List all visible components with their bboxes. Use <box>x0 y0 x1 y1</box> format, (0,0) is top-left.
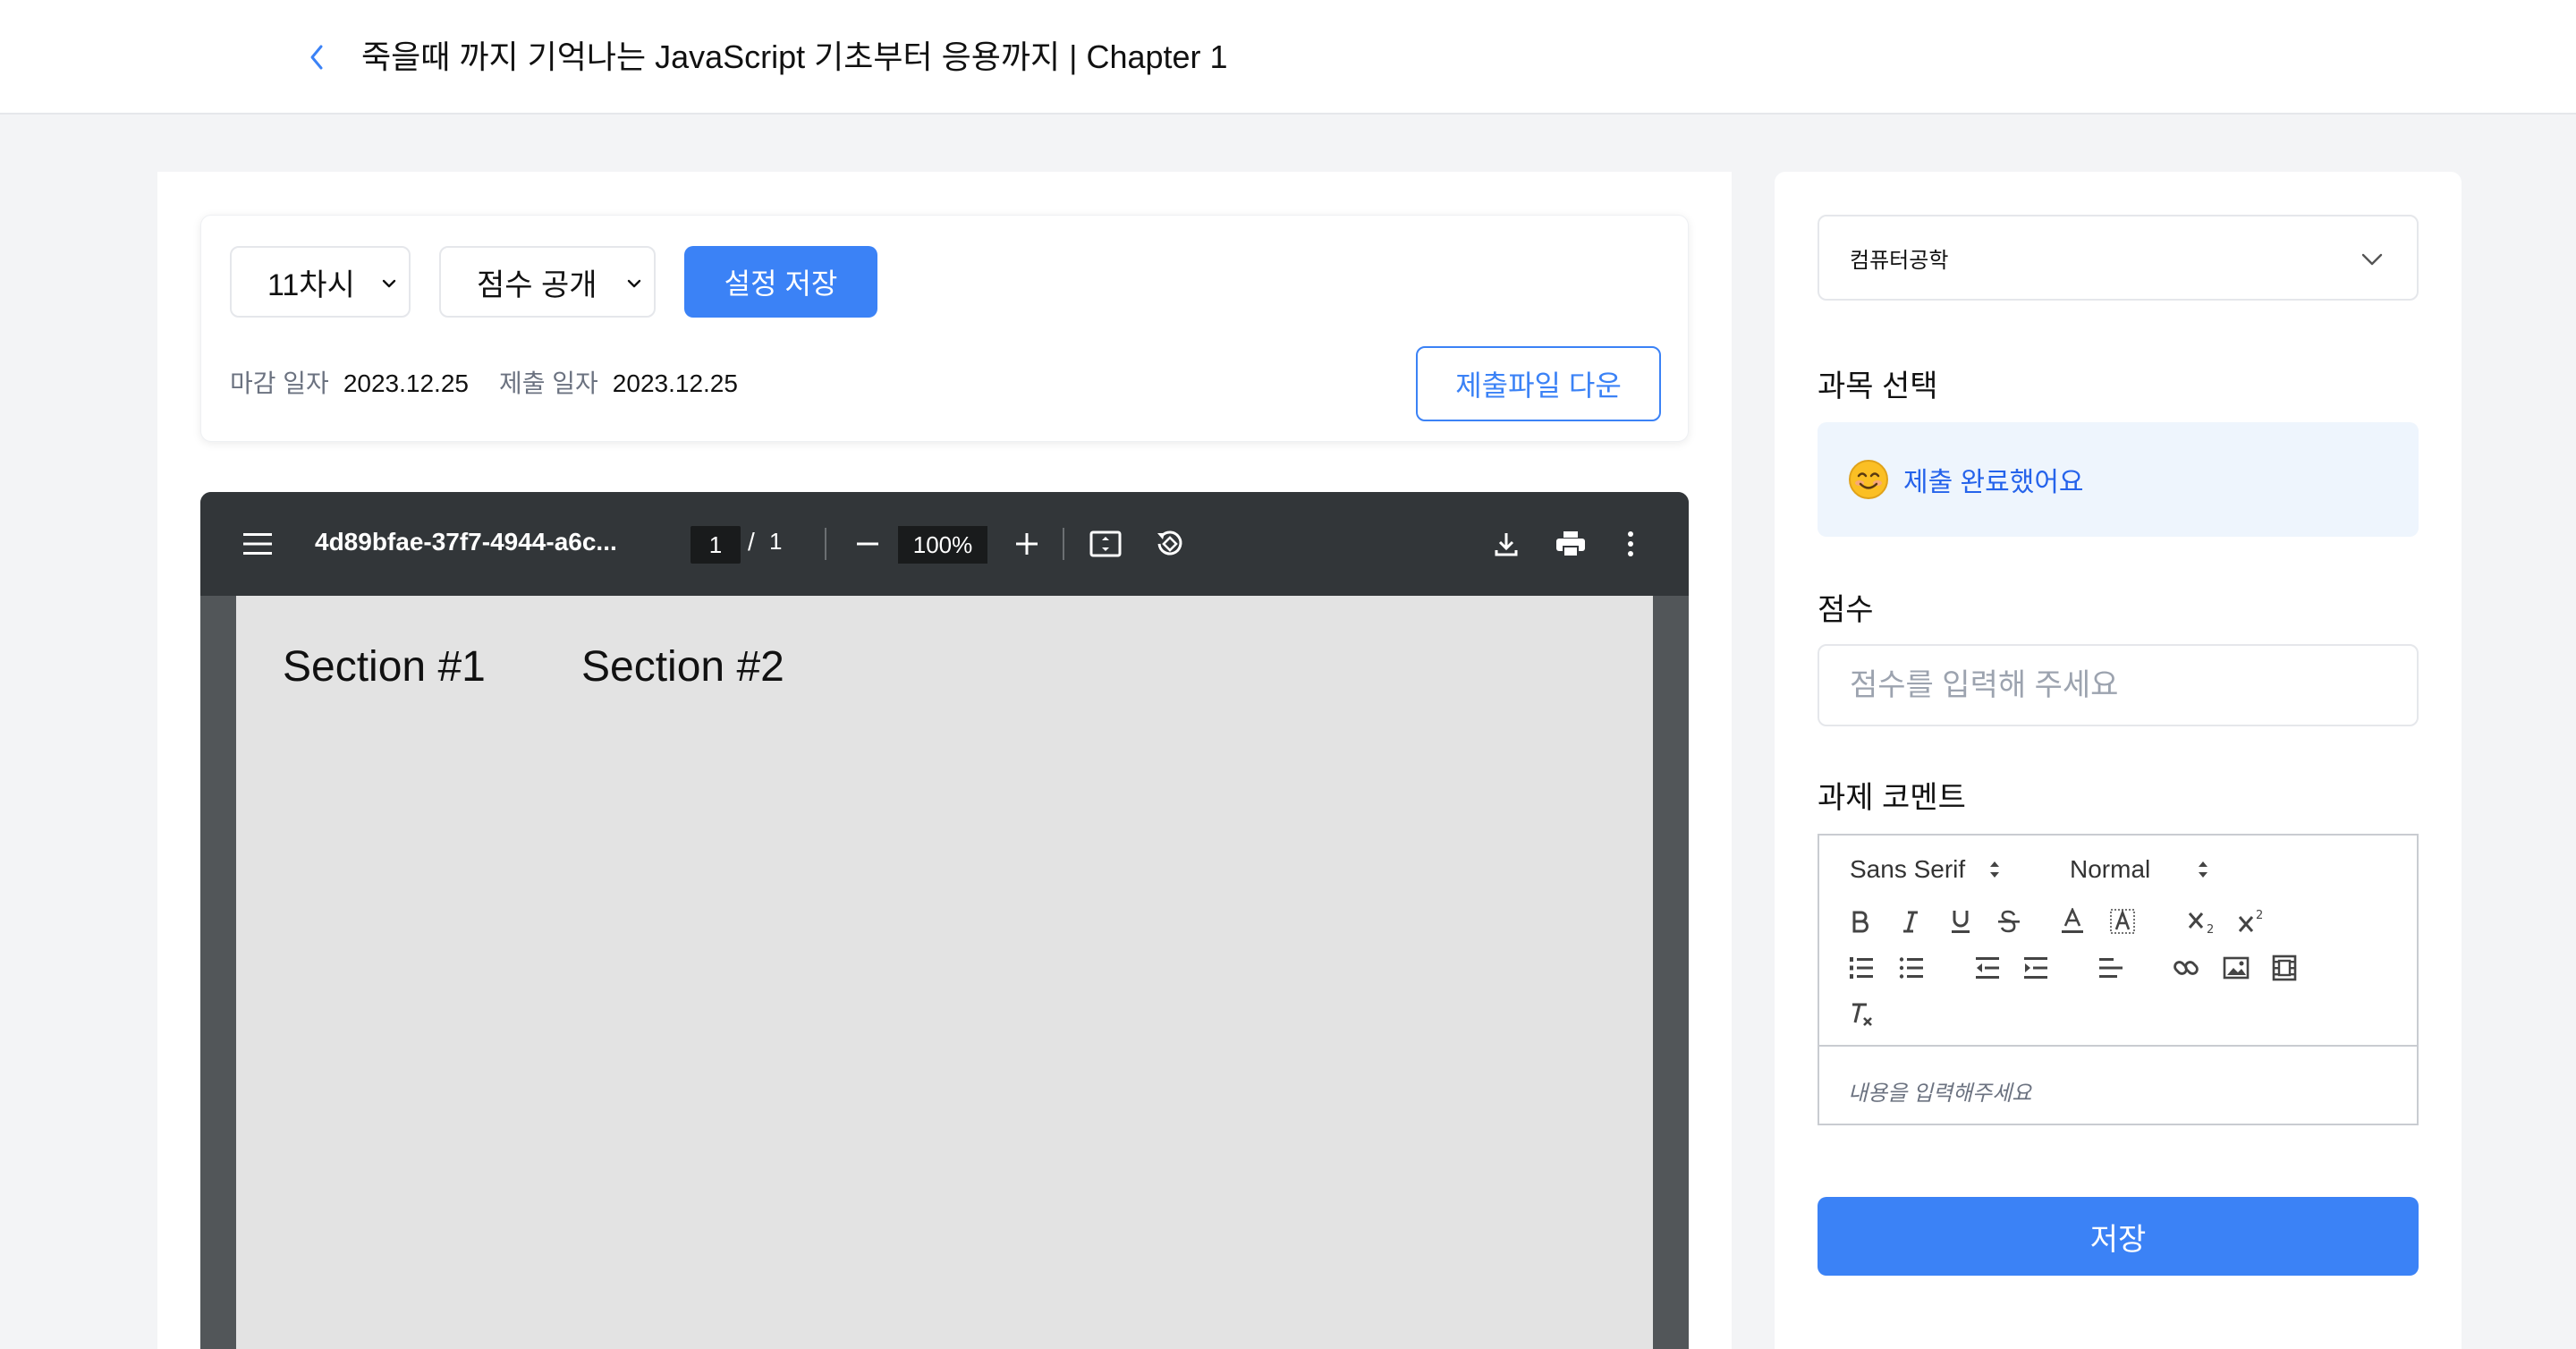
submission-status: 제출 완료했어요 <box>1818 422 2419 537</box>
indent-icon[interactable] <box>2020 952 2052 984</box>
zoom-level[interactable]: 100% <box>898 526 987 564</box>
score-visibility-value: 점수 공개 <box>477 267 597 302</box>
bold-icon[interactable] <box>1846 905 1875 938</box>
chevron-left-icon <box>310 45 323 70</box>
page-total: 1 <box>769 528 783 555</box>
settings-card: 11차시 점수 공개 설정 저장 마감 일자 2023.12.25 제출 일자 … <box>200 215 1689 442</box>
department-select-value: 컴퓨터공학 <box>1850 248 1949 273</box>
strikethrough-icon[interactable] <box>1995 905 2023 938</box>
background-color-icon[interactable] <box>2107 905 2138 938</box>
section-2-text: Section #2 <box>581 643 784 691</box>
pdf-file-name: 4d89bfae-37f7-4944-a6c... <box>315 528 617 556</box>
status-text: 제출 완료했어요 <box>1903 468 2084 497</box>
score-label: 점수 <box>1818 593 1874 627</box>
chevron-down-icon <box>382 279 396 288</box>
grading-panel: 컴퓨터공학 과목 선택 제출 완료했어요 점수 과제 코멘트 Sans Seri… <box>1775 172 2462 1349</box>
sort-icon <box>1990 861 2000 878</box>
align-left-icon[interactable] <box>2095 952 2127 984</box>
deadline-value: 2023.12.25 <box>343 369 469 397</box>
submit-date-value: 2023.12.25 <box>612 369 738 397</box>
deadline-label: 마감 일자 <box>230 369 329 397</box>
sort-icon <box>2199 861 2208 878</box>
image-icon[interactable] <box>2220 952 2252 984</box>
page-title: 죽을때 까지 기억나는 JavaScript 기초부터 응용까지 | Chapt… <box>361 38 1228 75</box>
svg-text:2: 2 <box>2256 909 2263 922</box>
department-select[interactable]: 컴퓨터공학 <box>1818 215 2419 301</box>
editor-toolbar: Sans Serif Normal 2 2 <box>1819 836 2417 1047</box>
subscript-icon[interactable]: 2 <box>2186 905 2218 938</box>
download-icon[interactable] <box>1488 526 1524 562</box>
clear-format-icon[interactable] <box>1846 998 1877 1031</box>
print-icon[interactable] <box>1553 526 1589 562</box>
page-separator: / <box>748 528 755 556</box>
session-select[interactable]: 11차시 <box>230 246 411 318</box>
save-settings-button[interactable]: 설정 저장 <box>684 246 877 318</box>
fit-page-icon[interactable] <box>1088 526 1123 562</box>
ordered-list-icon[interactable] <box>1846 952 1877 984</box>
pdf-toolbar: 4d89bfae-37f7-4944-a6c... 1 / 1 100% <box>200 492 1689 596</box>
comment-editor: Sans Serif Normal 2 2 내용을 입력해주세요 <box>1818 834 2419 1125</box>
superscript-icon[interactable]: 2 <box>2236 905 2268 938</box>
pdf-viewer: 4d89bfae-37f7-4944-a6c... 1 / 1 100% Sec… <box>200 492 1689 1349</box>
toolbar-divider <box>1063 528 1064 560</box>
pdf-page: Section #1 Section #2 <box>236 596 1653 1349</box>
toolbar-divider <box>825 528 826 560</box>
italic-icon[interactable] <box>1896 905 1925 938</box>
font-size-picker[interactable]: Normal <box>2070 855 2209 884</box>
menu-icon[interactable] <box>240 526 275 562</box>
session-select-value: 11차시 <box>267 267 355 302</box>
underline-icon[interactable] <box>1946 905 1975 938</box>
zoom-out-icon[interactable] <box>850 526 886 562</box>
submission-panel: 11차시 점수 공개 설정 저장 마감 일자 2023.12.25 제출 일자 … <box>157 172 1732 1349</box>
more-options-icon[interactable] <box>1617 526 1644 562</box>
font-family-value: Sans Serif <box>1850 855 1966 883</box>
svg-text:2: 2 <box>2207 923 2214 935</box>
smiley-icon <box>1849 460 1888 499</box>
zoom-in-icon[interactable] <box>1009 526 1045 562</box>
comment-label: 과제 코멘트 <box>1818 781 1966 815</box>
outdent-icon[interactable] <box>1971 952 2004 984</box>
video-icon[interactable] <box>2268 952 2301 984</box>
page-number-input[interactable]: 1 <box>691 526 741 564</box>
editor-content[interactable]: 내용을 입력해주세요 <box>1848 1075 2031 1107</box>
bullet-list-icon[interactable] <box>1896 952 1927 984</box>
score-visibility-select[interactable]: 점수 공개 <box>439 246 656 318</box>
subject-select-label: 과목 선택 <box>1818 369 1938 403</box>
submit-date-label: 제출 일자 <box>498 369 598 397</box>
font-family-picker[interactable]: Sans Serif <box>1850 855 2001 884</box>
date-info: 마감 일자 2023.12.25 제출 일자 2023.12.25 <box>230 368 768 400</box>
chevron-down-icon <box>627 279 641 288</box>
rotate-icon[interactable] <box>1152 526 1188 562</box>
section-1-text: Section #1 <box>283 643 486 691</box>
top-bar: 죽을때 까지 기억나는 JavaScript 기초부터 응용까지 | Chapt… <box>0 0 2576 115</box>
back-button[interactable] <box>301 39 333 75</box>
save-button[interactable]: 저장 <box>1818 1197 2419 1276</box>
font-size-value: Normal <box>2070 855 2151 883</box>
link-icon[interactable] <box>2170 952 2202 984</box>
download-submission-button[interactable]: 제출파일 다운 <box>1416 346 1661 421</box>
score-input[interactable] <box>1818 644 2419 726</box>
text-color-icon[interactable] <box>2057 905 2088 938</box>
chevron-down-icon <box>2361 253 2383 266</box>
